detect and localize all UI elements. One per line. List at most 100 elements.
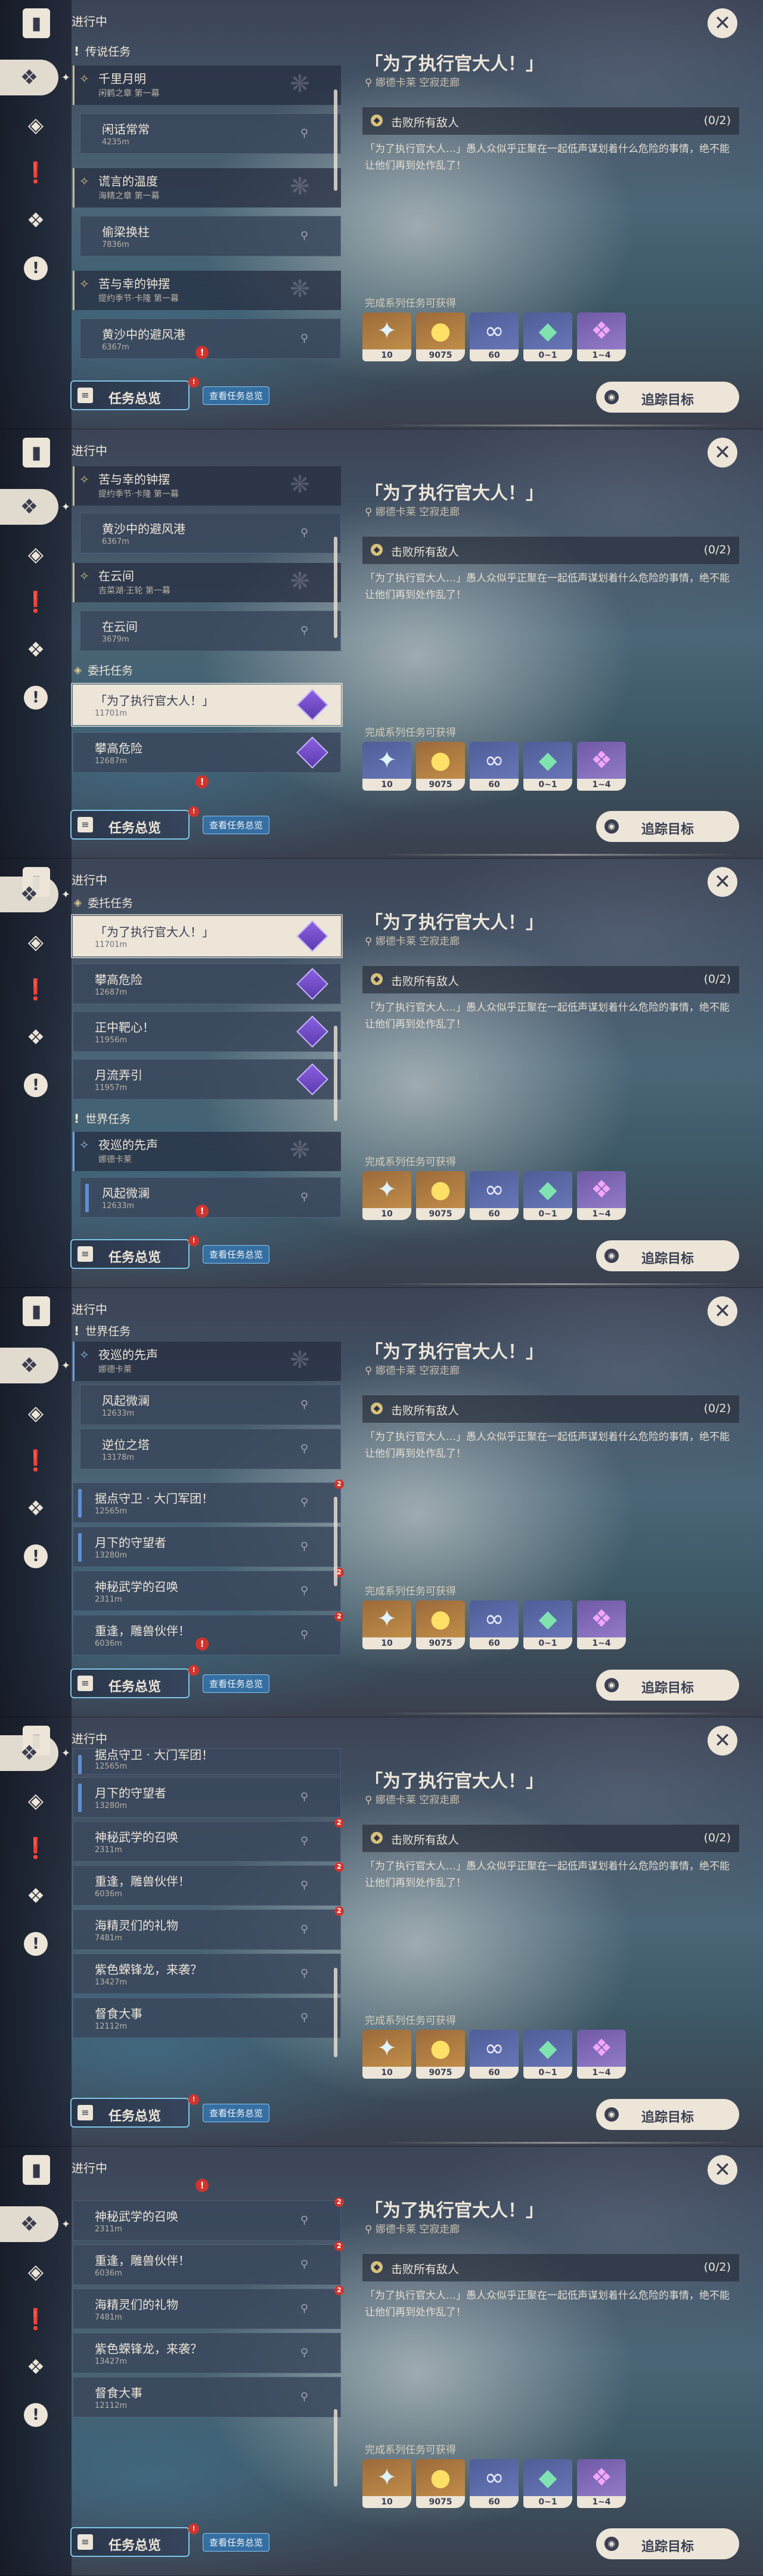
tab-all-quests[interactable]: ❖: [0, 2206, 70, 2242]
reward-crystal-green[interactable]: ◆ 0~1: [523, 312, 572, 361]
tab-archon-quests[interactable]: ◈: [18, 2254, 54, 2290]
location-pin-icon[interactable]: ⚲: [300, 2391, 308, 2403]
quest-row-haijing[interactable]: 海精灵们的礼物 7481m ⚲ 2: [73, 2286, 344, 2329]
quest-row-judian[interactable]: 据点守卫 · 大门军团！ 12565m ⚲ 2: [73, 1479, 344, 1523]
location-pin-icon[interactable]: ⚲: [300, 527, 308, 539]
quest-row-chongfeng[interactable]: 重逢，雕兽伙伴！ 6036m ⚲ 2: [73, 1862, 344, 1906]
close-button[interactable]: ✕: [708, 438, 737, 467]
reward-crystal-purple[interactable]: ❖ 1~4: [577, 312, 626, 361]
reward-crystal-purple[interactable]: ❖ 1~4: [577, 2030, 626, 2079]
close-button[interactable]: ✕: [708, 1296, 737, 1326]
tab-world-quests[interactable]: ❖: [18, 203, 54, 239]
tab-all-quests[interactable]: ❖: [0, 877, 70, 912]
quest-row-zise[interactable]: 紫色蝾锋龙，来袭？ 13427m ⚲: [73, 1953, 341, 1994]
quest-overview-button[interactable]: ≡ 任务总览 !: [70, 2094, 199, 2128]
view-overview-link[interactable]: 查看任务总览: [203, 386, 270, 405]
location-pin-icon[interactable]: ⚲: [300, 1923, 308, 1936]
location-pin-icon[interactable]: ⚲: [300, 1584, 308, 1597]
quest-row-dushi[interactable]: 督食大事 12112m ⚲: [73, 1998, 341, 2038]
quest-row-yuexia[interactable]: 月下的守望者 13280m ⚲: [73, 1777, 341, 1818]
reward-adventure-exp[interactable]: ✦ 10: [362, 742, 411, 791]
quest-book-icon[interactable]: ▮: [23, 438, 50, 467]
reward-crystal-purple[interactable]: ❖ 1~4: [577, 742, 626, 791]
quest-group-kuxing[interactable]: ✧ 苦与幸的钟摆 提约季节·卡隆 第一幕 ❋: [73, 271, 341, 310]
tab-all-quests[interactable]: ❖: [0, 1735, 70, 1771]
quest-overview-button[interactable]: ≡ 任务总览 !: [70, 1236, 199, 1269]
quest-group-yexun[interactable]: ✧ 夜巡的先声 娜德卡莱 ❋: [73, 1342, 341, 1381]
tab-archon-quests[interactable]: ◈: [18, 1395, 54, 1431]
location-pin-icon[interactable]: ⚲: [300, 1442, 308, 1455]
tab-archon-quests[interactable]: ◈: [18, 924, 54, 960]
location-pin-icon[interactable]: ⚲: [300, 1967, 308, 1980]
tab-world-quests[interactable]: ❖: [18, 1020, 54, 1055]
quest-row-dushi[interactable]: 督食大事 12112m ⚲: [73, 2377, 341, 2417]
track-target-button[interactable]: ◉ 追踪目标: [596, 2528, 739, 2559]
tab-world-quests[interactable]: ❖: [18, 632, 54, 668]
scrollbar[interactable]: [334, 89, 337, 191]
quest-row-zise[interactable]: 紫色蝾锋龙，来袭？ 13427m ⚲: [73, 2333, 341, 2373]
track-target-button[interactable]: ◉ 追踪目标: [596, 1240, 739, 1271]
location-pin-icon[interactable]: ⚲: [300, 1540, 308, 1553]
quest-row-judian[interactable]: 据点守卫 · 大门军团！ 12565m: [73, 1748, 341, 1775]
quest-row-huangsha[interactable]: 黄沙中的避风港 6367m ⚲: [80, 318, 341, 359]
scrollbar[interactable]: [334, 2409, 337, 2487]
quest-row-haijing[interactable]: 海精灵们的礼物 7481m ⚲ 2: [73, 1906, 344, 1950]
reward-companionship[interactable]: ∞ 60: [470, 2030, 519, 2079]
location-pin-icon[interactable]: ⚲: [300, 1879, 308, 1891]
location-pin-icon[interactable]: ⚲: [300, 2346, 308, 2359]
reward-adventure-exp[interactable]: ✦ 10: [362, 1171, 411, 1220]
reward-adventure-exp[interactable]: ✦ 10: [362, 1600, 411, 1649]
scrollbar[interactable]: [334, 1497, 337, 1586]
location-pin-icon[interactable]: ⚲: [300, 2214, 308, 2227]
reward-mora[interactable]: ● 9075: [416, 2459, 465, 2508]
view-overview-link[interactable]: 查看任务总览: [203, 816, 270, 834]
scrollbar[interactable]: [334, 1026, 337, 1121]
location-pin-icon[interactable]: ⚲: [300, 1791, 308, 1803]
reward-companionship[interactable]: ∞ 60: [470, 1171, 519, 1220]
tab-world-quests[interactable]: ❖: [18, 2349, 54, 2385]
quest-overview-button[interactable]: ≡ 任务总览 !: [70, 2524, 199, 2557]
view-overview-link[interactable]: 查看任务总览: [203, 2533, 270, 2552]
quest-group-huangyan[interactable]: ✧ 谎言的温度 海精之章 第一幕 ❋: [73, 168, 341, 208]
quest-row-pangao[interactable]: 攀高危险 12687m: [73, 732, 341, 773]
reward-mora[interactable]: ● 9075: [416, 312, 465, 361]
quest-row-xianqin[interactable]: 闲话常常 4235m ⚲: [80, 113, 341, 154]
location-pin-icon[interactable]: ⚲: [300, 1835, 308, 1847]
tab-commissions[interactable]: !: [18, 250, 54, 286]
location-pin-icon[interactable]: ⚲: [300, 127, 308, 140]
quest-overview-button[interactable]: ≡ 任务总览 !: [70, 377, 199, 410]
location-pin-icon[interactable]: ⚲: [300, 230, 308, 242]
reward-mora[interactable]: ● 9075: [416, 1600, 465, 1649]
close-button[interactable]: ✕: [708, 1726, 737, 1755]
quest-row-chongfeng[interactable]: 重逢，雕兽伙伴！ 6036m ⚲ 2: [73, 1612, 344, 1655]
quest-row-zaiyun[interactable]: 在云间 3679m ⚲: [80, 611, 341, 651]
location-pin-icon[interactable]: ⚲: [300, 1628, 308, 1641]
close-button[interactable]: ✕: [708, 867, 737, 897]
view-overview-link[interactable]: 查看任务总览: [203, 1245, 270, 1264]
track-target-button[interactable]: ◉ 追踪目标: [596, 2099, 739, 2130]
view-overview-link[interactable]: 查看任务总览: [203, 2104, 270, 2122]
track-target-button[interactable]: ◉ 追踪目标: [596, 1670, 739, 1701]
quest-row-pangao[interactable]: 攀高危险 12687m: [73, 964, 341, 1004]
quest-row-shenmi[interactable]: 神秘武学的召唤 2311m ⚲ 2: [73, 2197, 344, 2241]
tab-story-quests[interactable]: ❗: [18, 1831, 54, 1866]
tab-all-quests[interactable]: ❖: [0, 1348, 70, 1383]
tab-story-quests[interactable]: ❗: [18, 2302, 54, 2337]
location-pin-icon[interactable]: ⚲: [300, 2302, 308, 2315]
track-target-button[interactable]: ◉ 追踪目标: [596, 382, 739, 413]
quest-row-fengqi[interactable]: 风起微澜 12633m ⚲: [80, 1177, 341, 1218]
reward-crystal-green[interactable]: ◆ 0~1: [523, 742, 572, 791]
reward-crystal-green[interactable]: ◆ 0~1: [523, 2459, 572, 2508]
tab-world-quests[interactable]: ❖: [18, 1491, 54, 1527]
quest-book-icon[interactable]: ▮: [23, 8, 50, 38]
reward-companionship[interactable]: ∞ 60: [470, 312, 519, 361]
tab-archon-quests[interactable]: ◈: [18, 1783, 54, 1819]
tab-story-quests[interactable]: ❗: [18, 584, 54, 620]
location-pin-icon[interactable]: ⚲: [300, 1398, 308, 1411]
tab-story-quests[interactable]: ❗: [18, 972, 54, 1008]
location-pin-icon[interactable]: ⚲: [300, 332, 308, 345]
quest-group-kuxing[interactable]: ✧ 苦与幸的钟摆 提约季节·卡隆 第一幕 ❋: [73, 466, 341, 506]
reward-adventure-exp[interactable]: ✦ 10: [362, 2459, 411, 2508]
scrollbar[interactable]: [334, 1968, 337, 2057]
quest-group-qianli[interactable]: ✧ 千里月明 闲鹤之章 第一幕 ❋: [73, 66, 341, 105]
